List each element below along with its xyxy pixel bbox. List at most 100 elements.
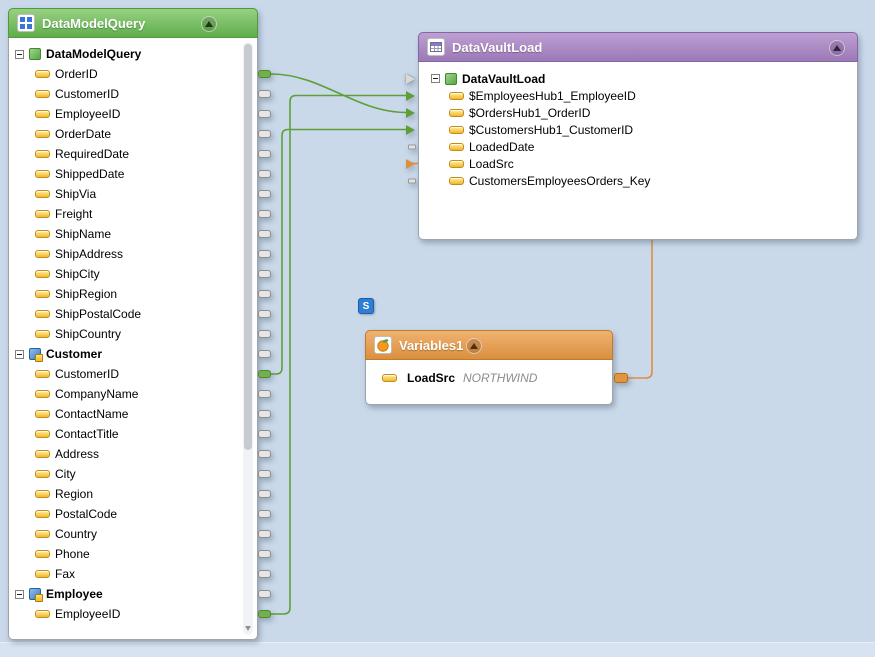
output-port[interactable]	[258, 90, 271, 98]
output-port[interactable]	[258, 550, 271, 558]
tree-row[interactable]: OrderID	[9, 64, 257, 84]
datamodelquery-object[interactable]: DataModelQuery DataModelQuery OrderID	[8, 8, 258, 640]
tree-row[interactable]: $EmployeesHub1_EmployeeID	[419, 87, 857, 104]
tree-row[interactable]: LoadSrc	[419, 155, 857, 172]
tree-row[interactable]: Freight	[9, 204, 257, 224]
tree-row[interactable]: CustomersEmployeesOrders_Key	[419, 172, 857, 189]
datavaultload-header[interactable]: DataVaultLoad	[418, 32, 858, 62]
field-type-icon	[449, 109, 464, 117]
output-port[interactable]	[258, 230, 271, 238]
tree-row[interactable]: CompanyName	[9, 384, 257, 404]
output-port[interactable]	[258, 430, 271, 438]
tree-row[interactable]: ShipAddress	[9, 244, 257, 264]
output-port[interactable]	[258, 270, 271, 278]
tree-row[interactable]: Address	[9, 444, 257, 464]
tree-row[interactable]: ShipCountry	[9, 324, 257, 344]
output-port[interactable]	[258, 150, 271, 158]
output-port[interactable]	[258, 590, 271, 598]
s-badge[interactable]: S	[358, 298, 374, 314]
scrollbar-thumb[interactable]	[244, 44, 252, 450]
collapse-button[interactable]	[829, 40, 845, 56]
datavaultload-object[interactable]: DataVaultLoad DataVaultLoad $Em	[418, 32, 858, 240]
tree-row[interactable]: $CustomersHub1_CustomerID	[419, 121, 857, 138]
tree-row[interactable]: Customer	[9, 344, 257, 364]
tree-row[interactable]: EmployeeID	[9, 604, 257, 624]
field-label: ShippedDate	[55, 167, 124, 181]
field-label: ShipCity	[55, 267, 100, 281]
tree-row[interactable]: ContactName	[9, 404, 257, 424]
tree-row[interactable]: ShipPostalCode	[9, 304, 257, 324]
scroll-down-button[interactable]	[243, 622, 253, 634]
tree-row[interactable]: OrderDate	[9, 124, 257, 144]
tree-row[interactable]: PostalCode	[9, 504, 257, 524]
tree-expander-icon[interactable]	[15, 350, 24, 359]
tree-row[interactable]: LoadedDate	[419, 138, 857, 155]
output-port[interactable]	[258, 110, 271, 118]
scrollbar[interactable]	[243, 42, 253, 635]
output-port[interactable]	[258, 490, 271, 498]
tree-row[interactable]: EmployeeID	[9, 104, 257, 124]
tree-row[interactable]: City	[9, 464, 257, 484]
field-type-icon	[35, 130, 50, 138]
output-port[interactable]	[258, 170, 271, 178]
input-port[interactable]	[406, 91, 415, 101]
tree-expander-icon[interactable]	[431, 74, 440, 83]
output-port[interactable]	[258, 210, 271, 218]
output-port[interactable]	[258, 310, 271, 318]
output-port[interactable]	[258, 370, 271, 378]
input-port[interactable]	[406, 108, 415, 118]
collapse-button[interactable]	[466, 338, 482, 354]
output-port[interactable]	[258, 530, 271, 538]
output-port[interactable]	[258, 70, 271, 78]
tree-row[interactable]: ContactTitle	[9, 424, 257, 444]
field-label: Freight	[55, 207, 92, 221]
output-port[interactable]	[258, 510, 271, 518]
output-port[interactable]	[258, 350, 271, 358]
connector-orderid-to-ordershub[interactable]	[271, 74, 406, 113]
tree-row[interactable]: ShipVia	[9, 184, 257, 204]
variables-header[interactable]: Variables1	[365, 330, 613, 360]
tree-row[interactable]: CustomerID	[9, 364, 257, 384]
output-port[interactable]	[614, 373, 628, 383]
tree-row[interactable]: ShipRegion	[9, 284, 257, 304]
tree-row[interactable]: CustomerID	[9, 84, 257, 104]
datamodelquery-header[interactable]: DataModelQuery	[8, 8, 258, 38]
variable-row[interactable]: LoadSrc NORTHWIND	[366, 366, 612, 390]
output-port[interactable]	[258, 130, 271, 138]
tree-row[interactable]: ShipName	[9, 224, 257, 244]
tree-row[interactable]: Country	[9, 524, 257, 544]
tree-expander-icon[interactable]	[15, 590, 24, 599]
input-port[interactable]	[406, 74, 415, 84]
triangle-up-icon	[205, 21, 213, 27]
input-port[interactable]	[406, 125, 415, 135]
tree-row[interactable]: Region	[9, 484, 257, 504]
field-label: Fax	[55, 567, 75, 581]
collapse-button[interactable]	[201, 16, 217, 32]
tree-row[interactable]: Fax	[9, 564, 257, 584]
output-port[interactable]	[258, 410, 271, 418]
field-type-icon	[35, 370, 50, 378]
output-port[interactable]	[258, 290, 271, 298]
design-canvas[interactable]: DataModelQuery DataModelQuery OrderID	[0, 0, 875, 657]
input-port[interactable]	[408, 144, 416, 149]
output-port[interactable]	[258, 450, 271, 458]
output-port[interactable]	[258, 190, 271, 198]
output-port[interactable]	[258, 250, 271, 258]
tree-row[interactable]: DataModelQuery	[9, 44, 257, 64]
tree-row[interactable]: $OrdersHub1_OrderID	[419, 104, 857, 121]
tree-row[interactable]: ShipCity	[9, 264, 257, 284]
input-port[interactable]	[406, 159, 415, 169]
tree-expander-icon[interactable]	[15, 50, 24, 59]
tree-row[interactable]: Employee	[9, 584, 257, 604]
tree-row[interactable]: ShippedDate	[9, 164, 257, 184]
output-port[interactable]	[258, 330, 271, 338]
tree-row[interactable]: Phone	[9, 544, 257, 564]
output-port[interactable]	[258, 470, 271, 478]
output-port[interactable]	[258, 390, 271, 398]
tree-row[interactable]: RequiredDate	[9, 144, 257, 164]
variables-object[interactable]: Variables1 LoadSrc NORTHWIND	[365, 330, 613, 405]
tree-row[interactable]: DataVaultLoad	[419, 70, 857, 87]
input-port[interactable]	[408, 178, 416, 183]
output-port[interactable]	[258, 570, 271, 578]
output-port[interactable]	[258, 610, 271, 618]
